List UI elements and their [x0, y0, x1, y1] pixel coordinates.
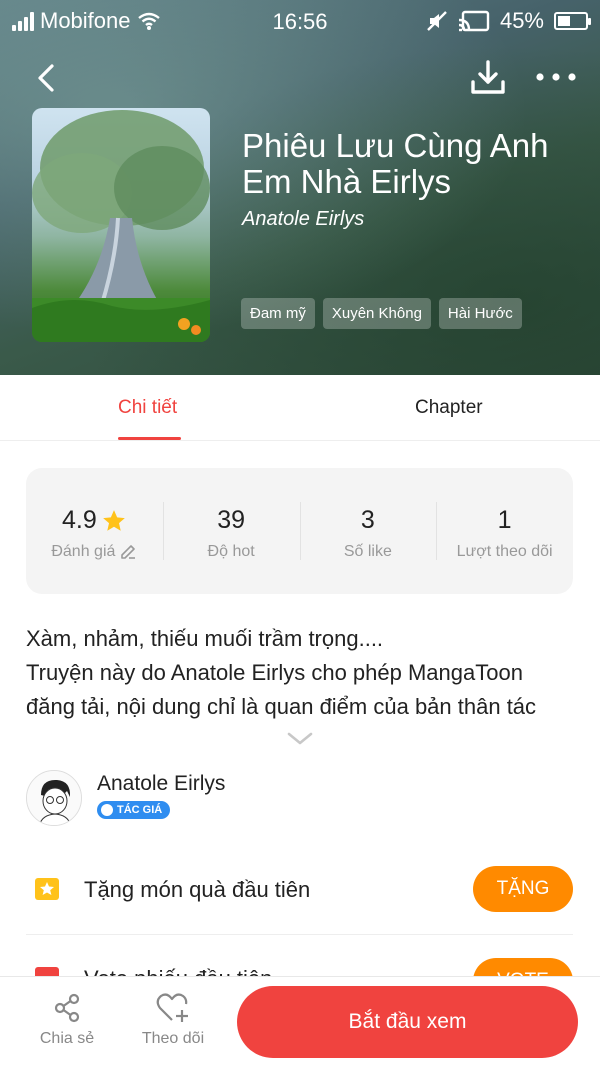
pencil-icon[interactable] [119, 543, 137, 561]
tree-illustration [32, 110, 210, 342]
tag-item[interactable]: Xuyên Không [322, 298, 431, 329]
share-icon [54, 993, 80, 1023]
divider [26, 934, 573, 935]
stat-value: 39 [217, 506, 246, 534]
stat-likes: 3 Số like [299, 468, 437, 594]
status-right: 45% [426, 8, 591, 34]
stats-panel: 4.9 Đánh giá 39 Độ hot 3 Số like 1 Lượt … [26, 468, 573, 594]
battery-icon [554, 12, 591, 30]
tag-item[interactable]: Đam mỹ [241, 298, 315, 329]
author-badge-label: TÁC GIÁ [117, 804, 163, 816]
tag-item[interactable]: Hài Hước [438, 298, 522, 329]
stat-label: Đánh giá [51, 543, 116, 560]
avatar-illustration [27, 771, 81, 825]
book-header: Mobifone 16:56 45% Phiêu Lưu Cùng Anh Em… [0, 0, 600, 375]
tab-bar: Chi tiết Chapter [0, 375, 600, 441]
stat-value: 1 [497, 506, 512, 534]
share-button[interactable]: Chia sẻ [27, 992, 107, 1048]
back-icon[interactable] [30, 60, 66, 96]
book-description[interactable]: Xàm, nhảm, thiếu muối trầm trọng.... Tru… [26, 622, 576, 726]
follow-label: Theo dõi [141, 1030, 205, 1047]
stat-value: 3 [360, 506, 375, 534]
follow-button[interactable]: Theo dõi [133, 992, 213, 1048]
stat-label: Độ hot [207, 543, 255, 560]
author-avatar[interactable] [26, 770, 82, 826]
stat-label: Số like [343, 543, 392, 560]
author-name[interactable]: Anatole Eirlys [97, 772, 225, 796]
battery-percent: 45% [499, 8, 544, 33]
gift-icon [35, 878, 59, 900]
stat-rating[interactable]: 4.9 Đánh giá [26, 468, 163, 594]
tag-list: Đam mỹ Xuyên Không Hài Hước [241, 298, 522, 329]
book-cover[interactable] [32, 108, 210, 342]
tab-active-indicator [118, 437, 181, 440]
author-badge: TÁC GIÁ [97, 801, 171, 819]
start-reading-button[interactable]: Bắt đầu xem [237, 986, 578, 1058]
stat-followers: 1 Lượt theo dõi [436, 468, 573, 594]
stat-label: Lượt theo dõi [456, 543, 553, 560]
status-bar: Mobifone 16:56 45% [0, 0, 600, 42]
stat-value: 4.9 [61, 506, 97, 534]
stat-hot: 39 Độ hot [162, 468, 300, 594]
expand-chevron-icon[interactable] [286, 730, 314, 748]
tab-details[interactable]: Chi tiết [118, 397, 177, 419]
book-author[interactable]: Anatole Eirlys [242, 208, 364, 231]
tab-chapter[interactable]: Chapter [415, 397, 483, 419]
gift-button[interactable]: TẶNG [473, 866, 573, 912]
mute-icon [427, 11, 447, 31]
share-label: Chia sẻ [39, 1030, 95, 1047]
more-icon[interactable] [534, 62, 578, 92]
download-icon[interactable] [468, 58, 508, 98]
book-title: Phiêu Lưu Cùng Anh Em Nhà Eirlys [242, 127, 549, 200]
cast-icon [458, 10, 490, 32]
heart-plus-icon [156, 993, 188, 1022]
gift-label: Tặng món quà đầu tiên [84, 877, 311, 902]
star-icon [102, 509, 125, 531]
badge-drop-icon [101, 804, 113, 816]
